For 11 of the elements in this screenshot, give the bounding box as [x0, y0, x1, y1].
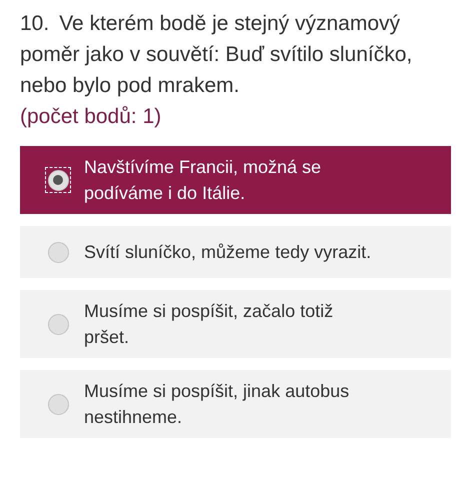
option-text: Svítí sluníčko, můžeme tedy vyrazit. [84, 241, 372, 264]
radio-button[interactable] [46, 168, 70, 192]
answer-option[interactable]: Musíme si pospíšit, jinak autobus nestihneme. [20, 370, 451, 438]
answer-option[interactable]: Musíme si pospíšit, začalo totiž pršet. [20, 290, 451, 358]
question-text: 10. Ve kterém bodě je stejný významový poměr jako v souvětí: Buď svítilo sluníčko, nebo bylo pod mrakem. [20, 11, 414, 99]
option-text: Musíme si pospíšit, jinak autobus nestihneme. [84, 380, 350, 429]
answer-option[interactable]: Navštívíme Francii, možná se podíváme i do Itálie. [20, 146, 451, 214]
points-label: (počet bodů: 1) [20, 104, 162, 130]
option-text: Musíme si pospíšit, začalo totiž pršet. [84, 300, 334, 349]
option-text: Navštívíme Francii, možná se podíváme i do Itálie. [84, 156, 322, 205]
answer-option[interactable]: Svítí sluníčko, můžeme tedy vyrazit. [20, 226, 451, 278]
